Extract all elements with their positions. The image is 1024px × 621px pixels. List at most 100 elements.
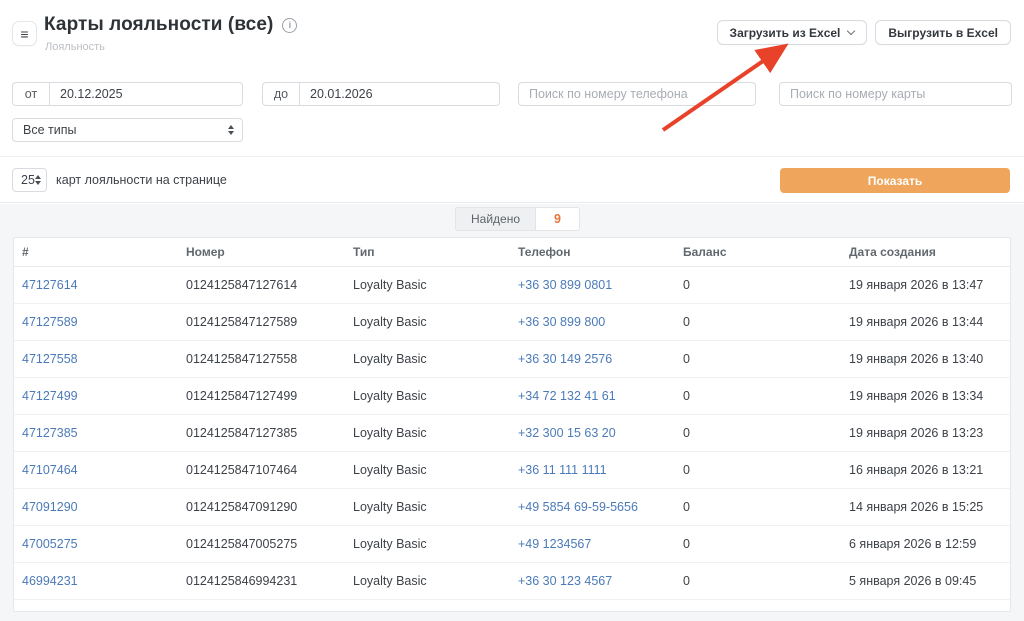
created-date-cell: 6 января 2026 в 12:59: [841, 525, 1010, 562]
table-row: 47005275 0124125847005275 Loyalty Basic …: [14, 525, 1010, 562]
created-date-cell: 19 января 2026 в 13:34: [841, 377, 1010, 414]
table-row: 47127558 0124125847127558 Loyalty Basic …: [14, 340, 1010, 377]
phone-link[interactable]: +36 30 899 800: [518, 315, 605, 329]
card-id-link[interactable]: 47127614: [22, 278, 78, 292]
card-type-cell: Loyalty Basic: [345, 562, 510, 599]
balance-cell: 0: [675, 488, 841, 525]
date-to-label: до: [263, 83, 300, 105]
balance-cell: 0: [675, 303, 841, 340]
card-number-cell: 0124125847127614: [178, 266, 345, 303]
col-header-created: Дата создания: [841, 238, 1010, 266]
created-date-cell: 16 января 2026 в 13:21: [841, 451, 1010, 488]
phone-link[interactable]: +36 11 111 1111: [518, 463, 607, 477]
toolbar-section: ≡ Карты лояльности (все) i Лояльность За…: [0, 0, 1024, 203]
per-page-row: 25 карт лояльности на странице: [12, 168, 227, 192]
top-buttons: Загрузить из Excel Выгрузить в Excel: [717, 20, 1011, 45]
card-id-link[interactable]: 47091290: [22, 500, 78, 514]
phone-link[interactable]: +36 30 123 4567: [518, 574, 612, 588]
card-type-cell: Loyalty Basic: [345, 414, 510, 451]
updown-arrows-icon: [35, 175, 41, 185]
phone-link[interactable]: +36 30 149 2576: [518, 352, 612, 366]
card-number-cell: 0124125847107464: [178, 451, 345, 488]
col-header-id: #: [14, 238, 178, 266]
card-number-cell: 0124125847127385: [178, 414, 345, 451]
card-id-link[interactable]: 47005275: [22, 537, 78, 551]
created-date-cell: 5 января 2026 в 09:45: [841, 562, 1010, 599]
upload-excel-label: Загрузить из Excel: [730, 26, 841, 40]
card-number-cell: 0124125847127558: [178, 340, 345, 377]
created-date-cell: 19 января 2026 в 13:40: [841, 340, 1010, 377]
date-to-input[interactable]: [300, 83, 499, 105]
phone-search-input[interactable]: [519, 83, 755, 105]
upload-excel-button[interactable]: Загрузить из Excel: [717, 20, 868, 45]
card-id-link[interactable]: 47107464: [22, 463, 78, 477]
loyalty-cards-table: # Номер Тип Телефон Баланс Дата создания…: [14, 238, 1010, 600]
card-type-cell: Loyalty Basic: [345, 525, 510, 562]
phone-search-group: [518, 82, 756, 106]
card-search-input[interactable]: [780, 83, 1011, 105]
per-page-label: карт лояльности на странице: [56, 173, 227, 187]
created-date-cell: 19 января 2026 в 13:23: [841, 414, 1010, 451]
card-type-cell: Loyalty Basic: [345, 303, 510, 340]
balance-cell: 0: [675, 451, 841, 488]
card-id-link[interactable]: 46994231: [22, 574, 78, 588]
card-type-cell: Loyalty Basic: [345, 377, 510, 414]
table-header: # Номер Тип Телефон Баланс Дата создания: [14, 238, 1010, 266]
card-id-link[interactable]: 47127385: [22, 426, 78, 440]
type-filter-select[interactable]: Все типы: [12, 118, 243, 142]
balance-cell: 0: [675, 377, 841, 414]
card-id-link[interactable]: 47127589: [22, 315, 78, 329]
show-button[interactable]: Показать: [780, 168, 1010, 193]
table-card: # Номер Тип Телефон Баланс Дата создания…: [13, 237, 1011, 612]
phone-link[interactable]: +34 72 132 41 61: [518, 389, 616, 403]
table-row: 47107464 0124125847107464 Loyalty Basic …: [14, 451, 1010, 488]
card-number-cell: 0124125847091290: [178, 488, 345, 525]
card-type-cell: Loyalty Basic: [345, 340, 510, 377]
date-from-group: от: [12, 82, 243, 106]
table-row: 47127589 0124125847127589 Loyalty Basic …: [14, 303, 1010, 340]
phone-link[interactable]: +36 30 899 0801: [518, 278, 612, 292]
phone-link[interactable]: +32 300 15 63 20: [518, 426, 616, 440]
created-date-cell: 14 января 2026 в 15:25: [841, 488, 1010, 525]
page-title: Карты лояльности (все): [44, 14, 273, 36]
chevron-down-icon: [847, 27, 855, 35]
card-id-link[interactable]: 47127558: [22, 352, 78, 366]
card-number-cell: 0124125847127499: [178, 377, 345, 414]
col-header-balance: Баланс: [675, 238, 841, 266]
card-type-cell: Loyalty Basic: [345, 266, 510, 303]
balance-cell: 0: [675, 340, 841, 377]
updown-arrows-icon: [228, 125, 234, 135]
info-icon[interactable]: i: [282, 18, 297, 33]
results-section: Найдено 9 # Номер Тип Телефон Баланс Дат…: [0, 204, 1024, 621]
col-header-number: Номер: [178, 238, 345, 266]
export-excel-button[interactable]: Выгрузить в Excel: [875, 20, 1011, 45]
menu-button[interactable]: ≡: [12, 21, 37, 46]
table-row: 47127385 0124125847127385 Loyalty Basic …: [14, 414, 1010, 451]
found-badge: Найдено 9: [455, 207, 580, 231]
export-excel-label: Выгрузить в Excel: [888, 26, 998, 40]
balance-cell: 0: [675, 525, 841, 562]
type-filter-value: Все типы: [23, 123, 76, 137]
col-header-phone: Телефон: [510, 238, 675, 266]
found-count: 9: [536, 208, 579, 230]
created-date-cell: 19 января 2026 в 13:44: [841, 303, 1010, 340]
per-page-select[interactable]: 25: [12, 168, 47, 192]
table-row: 47127614 0124125847127614 Loyalty Basic …: [14, 266, 1010, 303]
balance-cell: 0: [675, 414, 841, 451]
date-from-label: от: [13, 83, 50, 105]
phone-link[interactable]: +49 1234567: [518, 537, 591, 551]
created-date-cell: 19 января 2026 в 13:47: [841, 266, 1010, 303]
date-from-input[interactable]: [50, 83, 242, 105]
phone-link[interactable]: +49 5854 69-59-5656: [518, 500, 638, 514]
found-label: Найдено: [456, 208, 536, 230]
card-number-cell: 0124125847005275: [178, 525, 345, 562]
balance-cell: 0: [675, 266, 841, 303]
card-search-group: [779, 82, 1012, 106]
card-number-cell: 0124125847127589: [178, 303, 345, 340]
table-row: 47127499 0124125847127499 Loyalty Basic …: [14, 377, 1010, 414]
card-number-cell: 0124125846994231: [178, 562, 345, 599]
breadcrumb: Лояльность: [45, 41, 105, 53]
card-id-link[interactable]: 47127499: [22, 389, 78, 403]
title-row: Карты лояльности (все) i: [44, 14, 297, 36]
col-header-type: Тип: [345, 238, 510, 266]
